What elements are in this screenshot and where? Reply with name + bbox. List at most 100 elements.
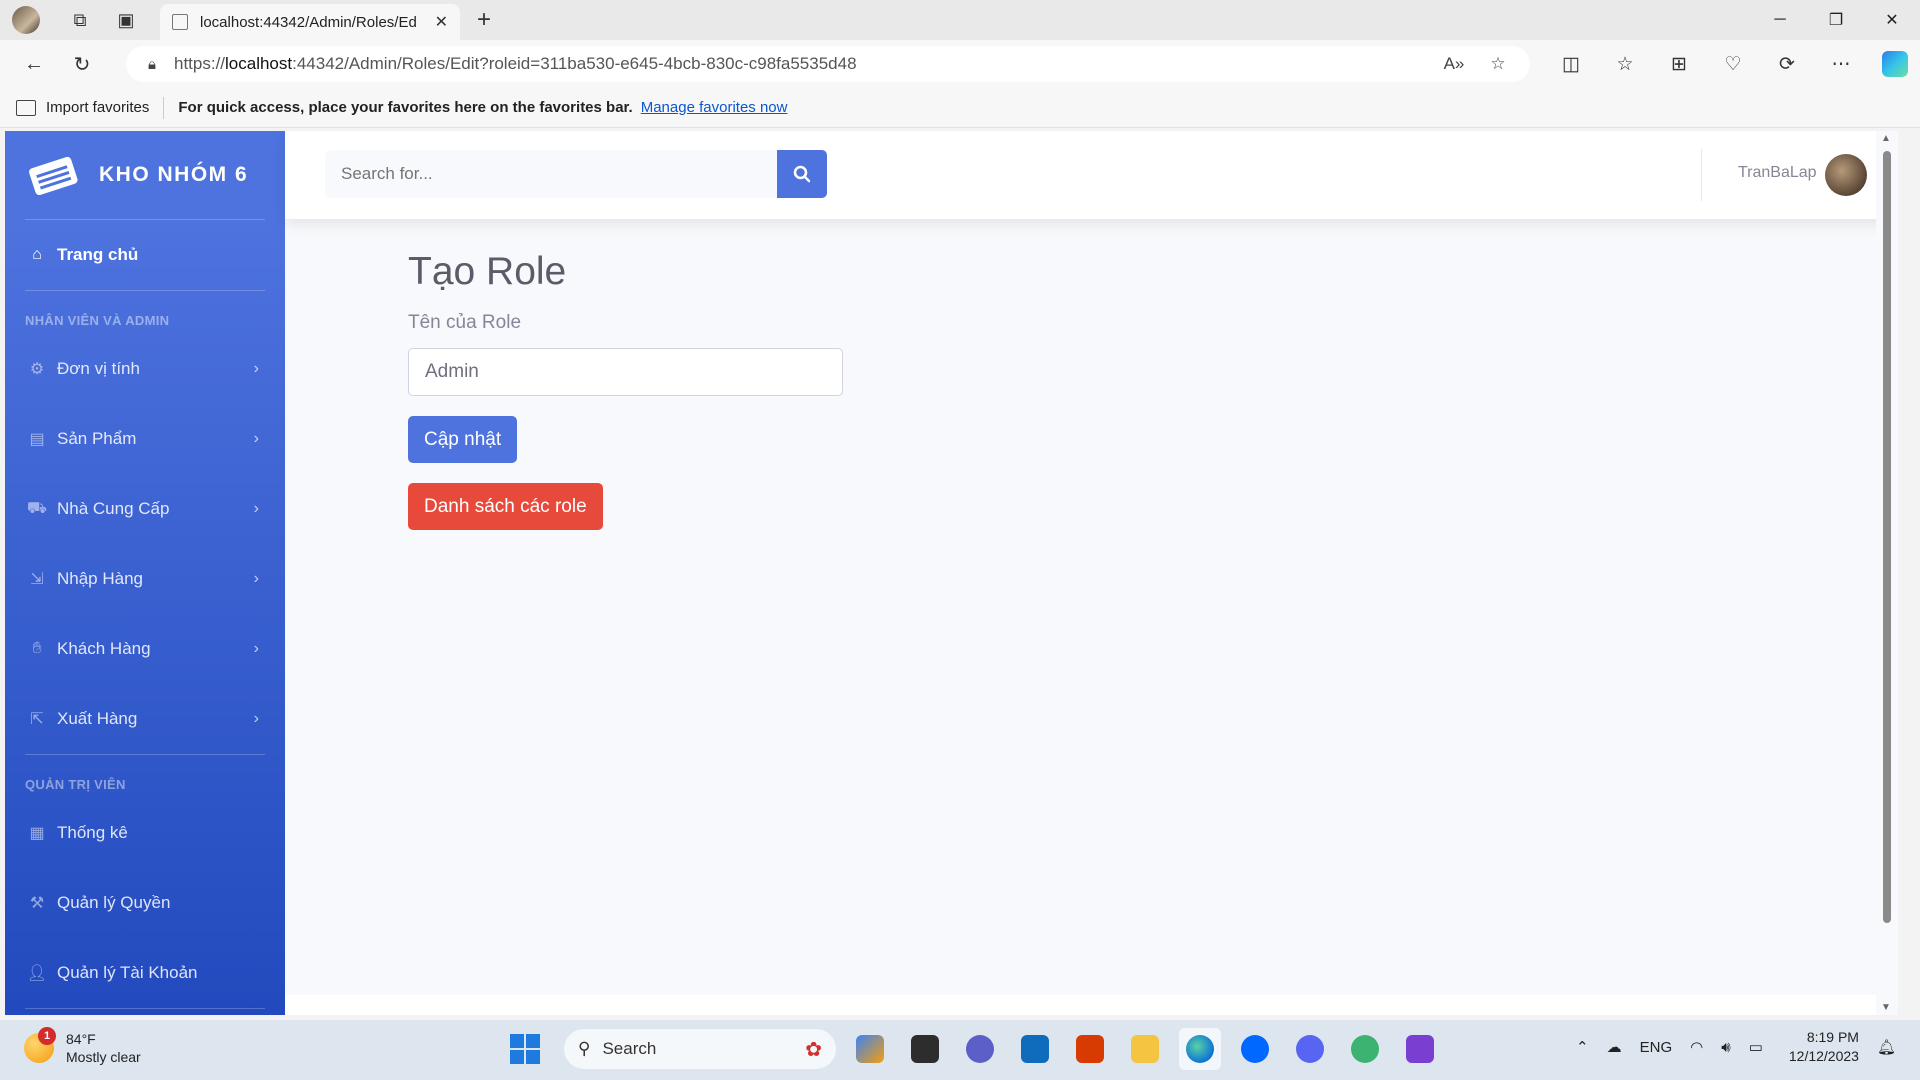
volume-icon[interactable]: 🔊︎ <box>1721 1039 1730 1056</box>
update-button[interactable]: Cập nhật <box>408 416 518 463</box>
edge-bar-icon[interactable]: ⟳ <box>1760 44 1814 84</box>
copilot-app-icon[interactable] <box>849 1028 891 1070</box>
sidebar-item-statistics[interactable]: ▦ Thống kê <box>5 798 285 868</box>
gavel-icon: ⚒ <box>29 895 45 912</box>
sidebar-item-label: Sản Phẩm <box>57 429 137 448</box>
handshake-icon: ✋︎ <box>32 640 42 657</box>
copilot-icon[interactable] <box>1882 51 1908 77</box>
favorites-icon[interactable]: ☆ <box>1598 44 1652 84</box>
file-explorer-icon[interactable] <box>1124 1028 1166 1070</box>
page-footer-area <box>285 995 1876 1015</box>
weather-sun-icon: 1 <box>24 1027 56 1063</box>
vertical-tabs-icon[interactable]: ▣ <box>108 2 144 38</box>
sidebar-item-roles[interactable]: ⚒ Quản lý Quyền <box>5 868 285 938</box>
favorite-star-icon[interactable]: ☆ <box>1476 54 1520 74</box>
sidebar-item-imports[interactable]: ⇲ Nhập Hàng › <box>5 544 285 614</box>
page-title: Tạo Role <box>408 250 567 293</box>
sidebar-item-label: Quản lý Quyền <box>57 893 171 912</box>
sidebar-item-home[interactable]: ⌂ Trang chủ <box>5 220 285 290</box>
topbar-search <box>325 150 827 198</box>
back-button[interactable]: ← <box>14 44 54 84</box>
workspaces-icon[interactable]: ⧉ <box>62 2 98 38</box>
windows-start-icon[interactable] <box>510 1034 540 1064</box>
favbar-hint: For quick access, place your favorites h… <box>178 99 633 116</box>
user-name[interactable]: TranBaLap <box>1738 164 1817 182</box>
sidebar-item-exports[interactable]: ⇱ Xuất Hàng › <box>5 684 285 754</box>
browser-essentials-icon[interactable]: ♡ <box>1706 44 1760 84</box>
brand-name: KHO NHÓM 6 <box>99 163 249 186</box>
wifi-icon[interactable]: ◠ <box>1690 1038 1703 1056</box>
browser-extension-icons: ◫ ☆ ⊞ ♡ ⟳ ⋯ <box>1544 44 1920 84</box>
import-favorites-button[interactable]: Import favorites <box>16 99 149 116</box>
main-content: Tạo Role Tên của Role Cập nhật Danh sách… <box>408 250 843 530</box>
refresh-button[interactable]: ↻ <box>62 44 102 84</box>
gear-icon: ⚙ <box>29 361 45 378</box>
sidebar-heading-admin: QUẢN TRỊ VIÊN <box>25 777 126 792</box>
sidebar-item-products[interactable]: ▤ Sản Phẩm › <box>5 404 285 474</box>
chevron-right-icon: › <box>253 500 259 517</box>
page-scrollbar[interactable]: ▲ ▼ <box>1876 131 1898 1015</box>
split-screen-icon[interactable]: ◫ <box>1544 44 1598 84</box>
clock-time: 8:19 PM <box>1806 1029 1859 1045</box>
page-favicon-icon <box>172 14 188 30</box>
sidebar-item-suppliers[interactable]: ⛟ Nhà Cung Cấp › <box>5 474 285 544</box>
favorites-bar: Import favorites For quick access, place… <box>0 88 1920 128</box>
visual-studio-icon[interactable] <box>1399 1028 1441 1070</box>
sidebar-item-label: Khách Hàng <box>57 639 151 658</box>
url-path: :44342/Admin/Roles/Edit?roleid=311ba530-… <box>292 54 857 73</box>
tab-close-icon[interactable]: ✕ <box>435 12 448 32</box>
pallet-icon: ▤ <box>29 431 45 448</box>
sidebar-item-units[interactable]: ⚙ Đơn vị tính › <box>5 334 285 404</box>
teams-app-icon[interactable] <box>959 1028 1001 1070</box>
role-name-input[interactable] <box>408 348 843 396</box>
manage-favorites-link[interactable]: Manage favorites now <box>641 99 788 116</box>
edge-app-icon[interactable] <box>1179 1028 1221 1070</box>
taskbar-apps: ⚲ Search ✿ <box>498 1028 1441 1070</box>
more-menu-icon[interactable]: ⋯ <box>1814 44 1868 84</box>
address-bar[interactable]: 🔒︎ https://localhost:44342/Admin/Roles/E… <box>126 46 1530 82</box>
weather-widget[interactable]: 1 84°F Mostly clear <box>24 1027 141 1066</box>
office-app-icon[interactable] <box>1069 1028 1111 1070</box>
cloud-icon[interactable]: ☁ <box>1607 1038 1622 1056</box>
scrollbar-thumb[interactable] <box>1883 151 1891 923</box>
chevron-right-icon: › <box>253 640 259 657</box>
restore-button[interactable]: ❐ <box>1808 0 1864 40</box>
sidebar-item-accounts[interactable]: 👤︎ Quản lý Tài Khoản <box>5 938 285 1008</box>
chevron-right-icon: › <box>253 430 259 447</box>
search-input[interactable] <box>325 150 777 198</box>
zalo-app-icon[interactable] <box>1234 1028 1276 1070</box>
poinsettia-icon: ✿ <box>805 1038 822 1061</box>
scroll-up-icon[interactable]: ▲ <box>1881 133 1891 144</box>
search-button[interactable] <box>777 150 827 198</box>
role-name-label: Tên của Role <box>408 312 522 333</box>
minimize-button[interactable]: ─ <box>1752 0 1808 40</box>
terminal-app-icon[interactable] <box>904 1028 946 1070</box>
taskbar-search[interactable]: ⚲ Search ✿ <box>564 1029 836 1069</box>
topbar: TranBaLap <box>285 131 1898 219</box>
sidebar-brand[interactable]: KHO NHÓM 6 <box>5 131 285 219</box>
lock-icon[interactable]: 🔒︎ <box>148 56 156 73</box>
chevron-right-icon: › <box>253 360 259 377</box>
role-list-button[interactable]: Danh sách các role <box>408 483 603 530</box>
clock[interactable]: 8:19 PM 12/12/2023 <box>1789 1028 1859 1066</box>
discord-app-icon[interactable] <box>1289 1028 1331 1070</box>
close-window-button[interactable]: ✕ <box>1864 0 1920 40</box>
sidebar-item-customers[interactable]: ✋︎ Khách Hàng › <box>5 614 285 684</box>
sidebar-item-label: Nhập Hàng <box>57 569 144 588</box>
scroll-down-icon[interactable]: ▼ <box>1881 1002 1891 1013</box>
search-icon <box>793 165 811 183</box>
collections-icon[interactable]: ⊞ <box>1652 44 1706 84</box>
chevron-right-icon: › <box>253 570 259 587</box>
browser-tab-active[interactable]: localhost:44342/Admin/Roles/Ed ✕ <box>160 4 460 40</box>
mail-app-icon[interactable] <box>1014 1028 1056 1070</box>
read-aloud-icon[interactable]: A» <box>1432 54 1476 74</box>
notification-bell-icon[interactable]: 🔔︎ <box>1877 1038 1896 1056</box>
browser-profile-avatar[interactable] <box>12 6 40 34</box>
new-tab-button[interactable]: + <box>468 4 500 36</box>
git-app-icon[interactable] <box>1344 1028 1386 1070</box>
weather-temperature: 84°F <box>66 1031 96 1047</box>
chevron-up-icon[interactable]: ⌃ <box>1576 1038 1589 1056</box>
avatar[interactable] <box>1825 154 1867 196</box>
language-indicator[interactable]: ENG <box>1640 1039 1673 1056</box>
battery-icon[interactable]: ▭ <box>1749 1038 1763 1056</box>
